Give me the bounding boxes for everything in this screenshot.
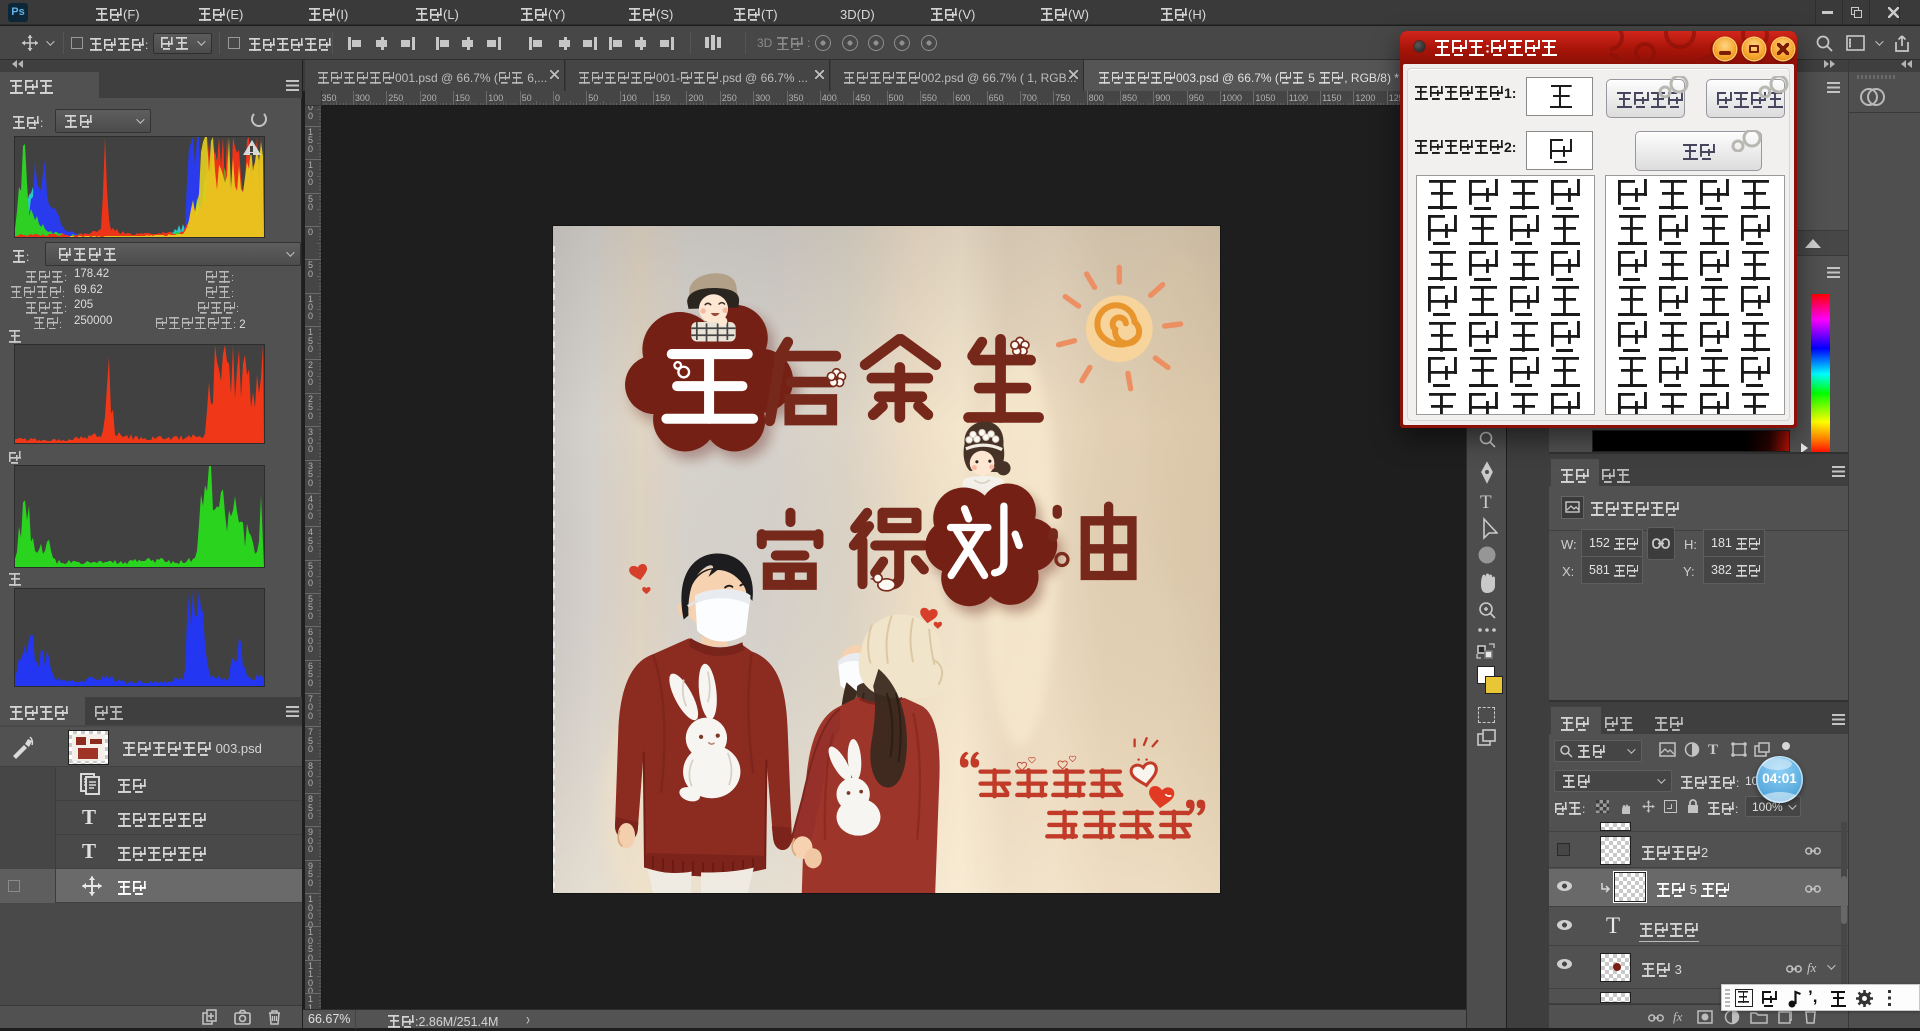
svg-text:T: T bbox=[1480, 492, 1492, 513]
